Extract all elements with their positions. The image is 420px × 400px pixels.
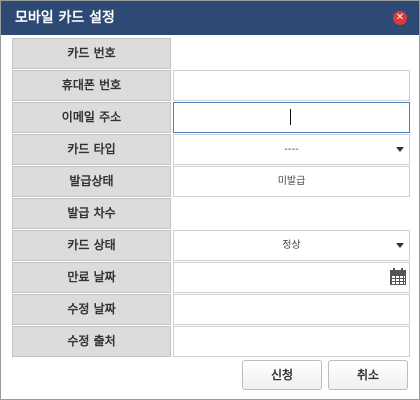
row-card-number: 카드 번호 xyxy=(12,38,410,69)
card-status-selected: 정상 xyxy=(282,240,301,251)
cancel-button[interactable]: 취소 xyxy=(328,360,408,390)
row-modified-source: 수정 출처 xyxy=(12,326,410,357)
modified-source-field xyxy=(173,326,410,357)
label-modified-source: 수정 출처 xyxy=(12,326,171,357)
row-card-status: 카드 상태 정상 xyxy=(12,230,410,261)
card-type-select[interactable]: ---- xyxy=(173,134,410,165)
label-expiry-date: 만료 날짜 xyxy=(12,262,171,293)
label-card-status: 카드 상태 xyxy=(12,230,171,261)
row-modified-date: 수정 날짜 xyxy=(12,294,410,325)
row-issue-status: 발급상태 미발급 xyxy=(12,166,410,197)
card-status-select[interactable]: 정상 xyxy=(173,230,410,261)
label-issue-status: 발급상태 xyxy=(12,166,171,197)
card-number-value xyxy=(173,38,410,69)
row-card-type: 카드 타입 ---- xyxy=(12,134,410,165)
label-issue-count: 발급 차수 xyxy=(12,198,171,229)
card-form: 카드 번호 휴대폰 번호 이메일 주소 카드 타입 ---- 발급상태 미발급 … xyxy=(12,38,410,358)
label-card-number: 카드 번호 xyxy=(12,38,171,69)
label-email: 이메일 주소 xyxy=(12,102,171,133)
apply-button[interactable]: 신청 xyxy=(242,360,322,390)
label-phone-number: 휴대폰 번호 xyxy=(12,70,171,101)
close-icon[interactable]: ✕ xyxy=(393,11,407,25)
row-issue-count: 발급 차수 xyxy=(12,198,410,229)
issue-count-value xyxy=(173,198,410,229)
dropdown-arrow-icon xyxy=(396,147,404,152)
dropdown-arrow-icon xyxy=(396,243,404,248)
text-caret xyxy=(290,109,291,125)
row-phone-number: 휴대폰 번호 xyxy=(12,70,410,101)
label-modified-date: 수정 날짜 xyxy=(12,294,171,325)
calendar-icon[interactable] xyxy=(390,268,406,286)
mobile-card-settings-dialog: 모바일 카드 설정 ✕ 카드 번호 휴대폰 번호 이메일 주소 카드 타입 --… xyxy=(0,0,420,400)
phone-number-input[interactable] xyxy=(173,70,410,101)
label-card-type: 카드 타입 xyxy=(12,134,171,165)
dialog-titlebar: 모바일 카드 설정 ✕ xyxy=(1,1,419,35)
modified-date-field xyxy=(173,294,410,325)
row-email: 이메일 주소 xyxy=(12,102,410,133)
dialog-title: 모바일 카드 설정 xyxy=(15,10,115,26)
email-input[interactable] xyxy=(173,102,410,133)
expiry-date-input[interactable] xyxy=(173,262,410,293)
issue-status-value: 미발급 xyxy=(173,166,410,197)
row-expiry-date: 만료 날짜 xyxy=(12,262,410,293)
card-type-selected: ---- xyxy=(284,144,299,155)
